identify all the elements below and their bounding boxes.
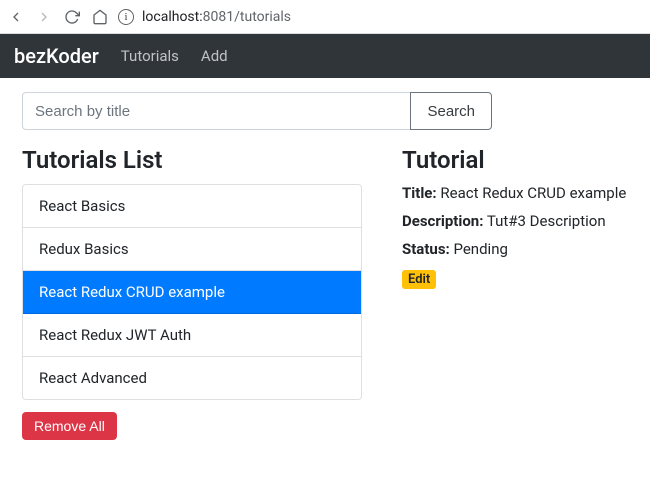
list-item[interactable]: React Advanced [23,357,361,399]
list-item[interactable]: React Redux CRUD example [23,271,361,314]
info-icon[interactable]: i [118,9,134,25]
url-path: 8081/tutorials [203,9,291,25]
list-item[interactable]: React Basics [23,185,361,228]
brand[interactable]: bezKoder [14,44,99,68]
description-value: Tut#3 Description [487,212,606,230]
search-input[interactable] [22,92,410,130]
title-value: React Redux CRUD example [440,184,626,202]
status-value: Pending [453,240,507,258]
app-navbar: bezKoder Tutorials Add [0,34,650,78]
nav-link-add[interactable]: Add [201,47,228,65]
list-item[interactable]: Redux Basics [23,228,361,271]
edit-button[interactable]: Edit [402,270,436,289]
browser-toolbar: i localhost:8081/tutorials [0,0,650,34]
detail-heading: Tutorial [402,146,628,174]
status-label: Status: [402,240,450,258]
title-label: Title: [402,184,437,202]
list-item[interactable]: React Redux JWT Auth [23,314,361,357]
detail-title: Title: React Redux CRUD example [402,184,628,202]
search-row: Search [22,92,492,130]
reload-icon[interactable] [64,9,80,25]
remove-all-button[interactable]: Remove All [22,412,117,440]
detail-description: Description: Tut#3 Description [402,212,628,230]
url-host: localhost: [142,9,203,25]
address-bar[interactable]: i localhost:8081/tutorials [118,9,642,25]
description-label: Description: [402,212,483,230]
forward-icon[interactable] [36,9,52,25]
tutorials-list: React Basics Redux Basics React Redux CR… [22,184,362,400]
back-icon[interactable] [8,9,24,25]
home-icon[interactable] [92,9,108,25]
detail-status: Status: Pending [402,240,628,258]
nav-link-tutorials[interactable]: Tutorials [121,47,179,65]
tutorials-heading: Tutorials List [22,146,362,174]
search-button[interactable]: Search [410,92,492,130]
